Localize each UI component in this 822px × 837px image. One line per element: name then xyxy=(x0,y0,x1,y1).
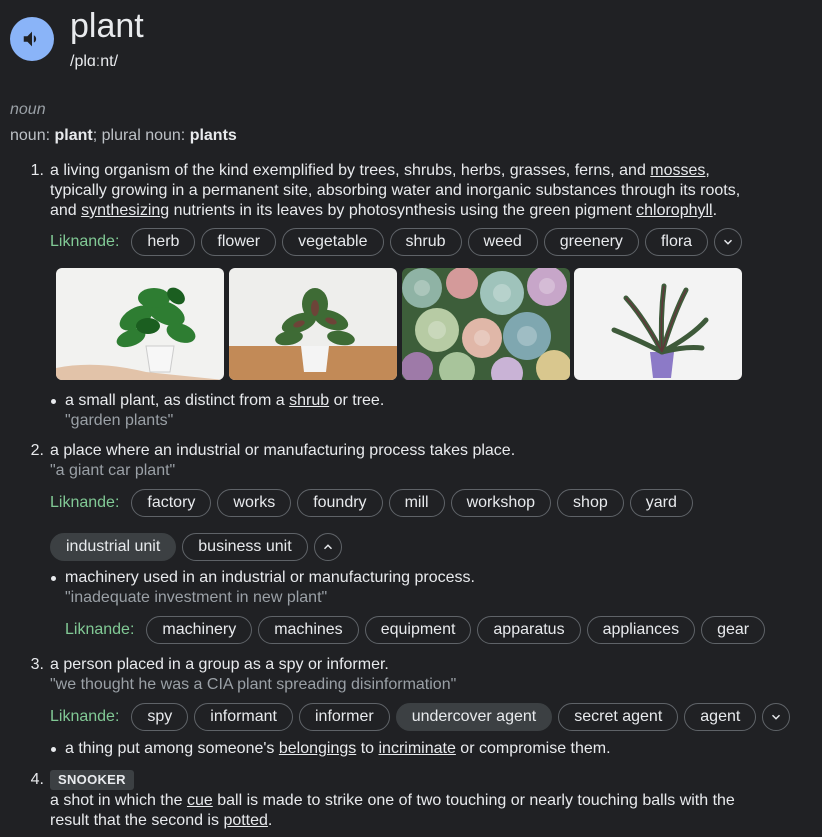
plural-value: plants xyxy=(189,127,237,144)
phonetic: /plɑːnt/ xyxy=(70,53,119,70)
synonym-chip[interactable]: mill xyxy=(388,489,445,517)
synonym-chip[interactable]: informer xyxy=(299,703,390,731)
plural-label: plural noun: xyxy=(101,127,186,144)
expand-synonyms-button[interactable] xyxy=(714,228,743,256)
bullet xyxy=(51,747,56,752)
expand-synonyms-button[interactable] xyxy=(762,703,791,731)
synonym-chip[interactable]: herb xyxy=(131,228,196,256)
subsense-example: "inadequate investment in new plant" xyxy=(65,589,328,606)
definition-line: and synthesizing nutrients in its leaves… xyxy=(50,202,718,219)
synonyms-label: Liknande: xyxy=(50,708,120,725)
subsense-definition: a small plant, as distinct from a shrub … xyxy=(65,392,385,409)
sense-number: 1. xyxy=(30,162,44,179)
sense-3-example: "we thought he was a CIA plant spreading… xyxy=(50,676,457,693)
synonym-chip[interactable]: vegetable xyxy=(282,228,384,256)
synonym-chip[interactable]: equipment xyxy=(364,616,472,644)
link-synthesizing[interactable]: synthesizing xyxy=(81,202,169,219)
sense-3-definition: a person placed in a group as a spy or i… xyxy=(50,656,389,673)
chevron-up-icon xyxy=(323,544,332,550)
synonym-chip[interactable]: machinery xyxy=(146,616,253,644)
synonyms-row-2: industrial unit business unit xyxy=(50,533,342,561)
synonym-chip[interactable]: apparatus xyxy=(477,616,581,644)
definition-line: a living organism of the kind exemplifie… xyxy=(50,162,710,179)
synonym-chip[interactable]: factory xyxy=(131,489,212,517)
synonym-chip[interactable]: undercover agent xyxy=(395,703,553,731)
domain-tag: SNOOKER xyxy=(50,770,134,790)
synonym-chip[interactable]: informant xyxy=(194,703,293,731)
collapse-synonyms-button[interactable] xyxy=(313,533,342,561)
sense-2-definition: a place where an industrial or manufactu… xyxy=(50,442,516,459)
synonym-chip[interactable]: greenery xyxy=(543,228,639,256)
plant-photo-3[interactable] xyxy=(402,268,570,380)
sense-number: 2. xyxy=(30,442,44,459)
synonym-chip[interactable]: weed xyxy=(467,228,538,256)
synonym-chip[interactable]: works xyxy=(217,489,292,517)
sense-1-definition: a living organism of the kind exemplifie… xyxy=(50,161,815,221)
synonym-chip[interactable]: shop xyxy=(557,489,624,517)
plant-photo-4[interactable] xyxy=(574,268,742,380)
synonym-chip[interactable]: workshop xyxy=(450,489,552,517)
synonym-chip[interactable]: appliances xyxy=(586,616,696,644)
synonym-chip[interactable]: business unit xyxy=(182,533,308,561)
synonyms-row: Liknande: machinery machines equipment a… xyxy=(65,616,766,644)
link-potted[interactable]: potted xyxy=(223,812,267,829)
synonym-chip[interactable]: agent xyxy=(684,703,757,731)
synonym-chip[interactable]: foundry xyxy=(297,489,383,517)
synonym-chip[interactable]: spy xyxy=(131,703,189,731)
synonym-chip[interactable]: industrial unit xyxy=(50,533,177,561)
bullet xyxy=(51,576,56,581)
synonyms-row: Liknande: spy informant informer underco… xyxy=(50,703,791,731)
synonyms-label: Liknande: xyxy=(65,621,135,638)
synonyms-label: Liknande: xyxy=(50,233,120,250)
plant-photo-1[interactable] xyxy=(56,268,224,380)
synonym-chip[interactable]: shrub xyxy=(389,228,462,256)
noun-value: plant xyxy=(54,127,93,144)
subsense-definition: a thing put among someone's belongings t… xyxy=(65,740,611,757)
synonyms-row: Liknande: herb flower vegetable shrub we… xyxy=(50,228,743,256)
subsense-example: "garden plants" xyxy=(65,412,174,429)
link-incriminate[interactable]: incriminate xyxy=(379,740,456,757)
chevron-down-icon xyxy=(724,239,733,245)
definition-line: result that the second is potted. xyxy=(50,812,273,829)
chevron-down-icon xyxy=(772,714,781,720)
sense-2-example: "a giant car plant" xyxy=(50,462,176,479)
synonym-chip[interactable]: secret agent xyxy=(558,703,679,731)
link-chlorophyll[interactable]: chlorophyll xyxy=(636,202,712,219)
definition-line: typically growing in a permanent site, a… xyxy=(50,182,741,199)
sense-number: 4. xyxy=(30,771,44,788)
link-mosses[interactable]: mosses xyxy=(650,162,705,179)
word-forms: noun: plant; plural noun: plants xyxy=(10,127,237,144)
sense-4-definition: a shot in which the cue ball is made to … xyxy=(50,791,815,831)
link-cue[interactable]: cue xyxy=(187,792,213,809)
synonyms-label: Liknande: xyxy=(50,494,120,511)
sense-number: 3. xyxy=(30,656,44,673)
synonym-chip[interactable]: flower xyxy=(201,228,277,256)
link-shrub[interactable]: shrub xyxy=(289,392,329,409)
synonym-chip[interactable]: yard xyxy=(629,489,693,517)
plant-photo-2[interactable] xyxy=(229,268,397,380)
synonym-chip[interactable]: gear xyxy=(701,616,766,644)
noun-label: noun: xyxy=(10,127,51,144)
part-of-speech: noun xyxy=(10,101,46,118)
subsense-definition: machinery used in an industrial or manuf… xyxy=(65,569,475,586)
headword: plant xyxy=(70,7,144,45)
definition-line: a shot in which the cue ball is made to … xyxy=(50,792,735,809)
synonyms-row: Liknande: factory works foundry mill wor… xyxy=(50,489,693,517)
synonym-chip[interactable]: machines xyxy=(258,616,359,644)
speaker-button[interactable] xyxy=(10,17,54,61)
link-belongings[interactable]: belongings xyxy=(279,740,356,757)
speaker-icon xyxy=(23,31,37,47)
synonym-chip[interactable]: flora xyxy=(644,228,709,256)
bullet xyxy=(51,399,56,404)
